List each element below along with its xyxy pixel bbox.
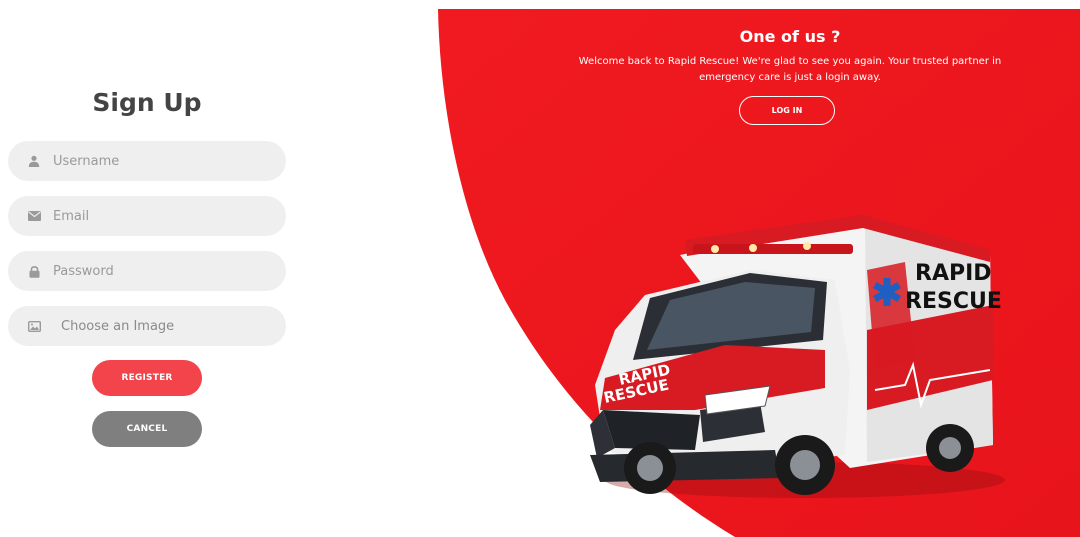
panel-welcome-text: Welcome back to Rapid Rescue! We're glad…: [578, 56, 1002, 83]
email-input[interactable]: [53, 208, 253, 224]
password-input[interactable]: [53, 263, 253, 279]
ambulance-image: RAPID RESCUE RAPID RESCUE: [590, 215, 1005, 498]
username-field[interactable]: [8, 141, 286, 181]
lock-icon: [27, 264, 41, 278]
username-input[interactable]: [53, 153, 253, 169]
envelope-icon: [27, 209, 41, 223]
password-field[interactable]: [8, 251, 286, 291]
panel-title: One of us ?: [739, 27, 841, 46]
email-field[interactable]: [8, 196, 286, 236]
signup-title: Sign Up: [92, 88, 202, 117]
side-text-rescue: RESCUE: [905, 289, 1002, 314]
side-text-rapid: RAPID: [915, 261, 992, 286]
register-button[interactable]: REGISTER: [92, 360, 202, 396]
choose-image-label: Choose an Image: [61, 318, 175, 334]
image-icon: [27, 319, 41, 333]
page: Sign Up Username Email Choose an Image R…: [0, 0, 1080, 537]
login-button[interactable]: LOG IN: [739, 96, 835, 125]
cancel-button[interactable]: CANCEL: [92, 411, 202, 447]
image-upload-field[interactable]: Choose an Image: [8, 306, 286, 346]
user-icon: [27, 154, 41, 168]
